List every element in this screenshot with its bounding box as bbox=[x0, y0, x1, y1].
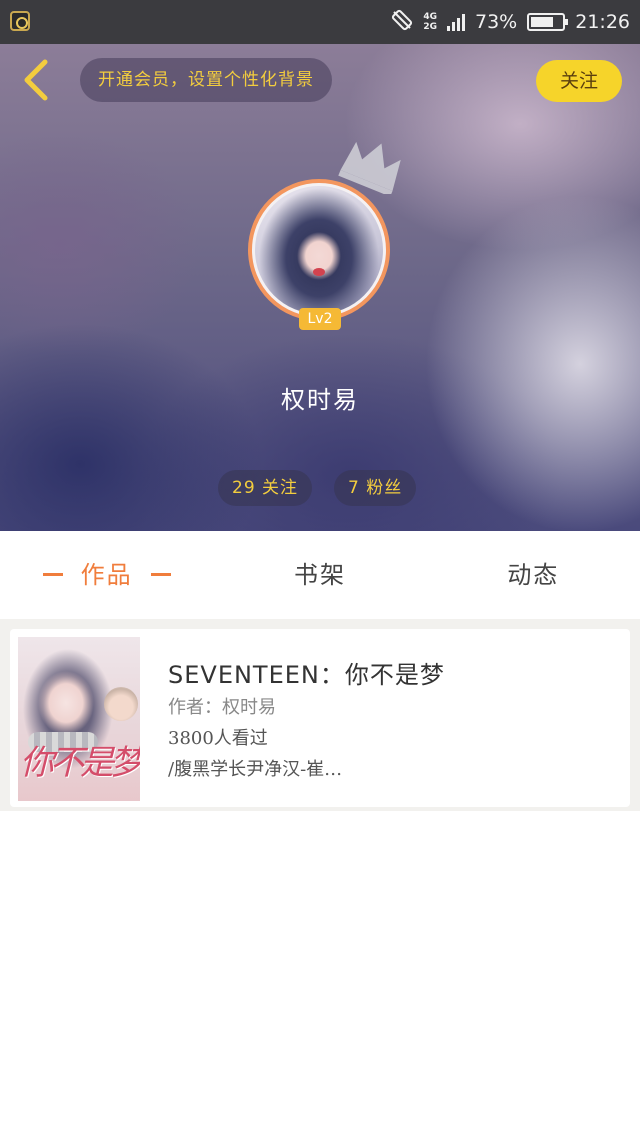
following-count[interactable]: 29 关注 bbox=[218, 470, 313, 506]
profile-tabs: 作品 书架 动态 bbox=[0, 531, 640, 619]
book-title: SEVENTEEN：你不是梦 bbox=[168, 661, 445, 689]
book-description: /腹黑学长尹净汉-崔… bbox=[168, 759, 343, 780]
avatar[interactable] bbox=[248, 179, 390, 321]
tab-works[interactable]: 作品 bbox=[0, 531, 213, 619]
battery-percent: 73% bbox=[475, 11, 518, 33]
network-type-top: 4G bbox=[423, 12, 437, 22]
status-icons: 4G 2G 73% 21:26 bbox=[391, 0, 630, 44]
app-notification-icon bbox=[10, 11, 30, 31]
crown-icon bbox=[338, 141, 401, 194]
profile-header: 开通会员，设置个性化背景 关注 Lv2 权时易 29 关注 7 粉丝 bbox=[0, 44, 640, 531]
works-list: 你不是梦 SEVENTEEN：你不是梦 作者：权时易 3800人看过 /腹黑学长… bbox=[0, 619, 640, 1138]
rotation-lock-icon bbox=[391, 9, 413, 36]
follow-button[interactable]: 关注 bbox=[536, 60, 622, 102]
vip-background-banner[interactable]: 开通会员，设置个性化背景 bbox=[80, 58, 332, 102]
fans-count[interactable]: 7 粉丝 bbox=[334, 470, 417, 506]
book-cover: 你不是梦 bbox=[18, 637, 140, 801]
chevron-left-icon bbox=[24, 59, 48, 101]
avatar-image bbox=[255, 186, 383, 314]
battery-fill bbox=[531, 17, 554, 27]
network-type-bottom: 2G bbox=[423, 22, 437, 32]
status-bar: 4G 2G 73% 21:26 bbox=[0, 0, 640, 44]
signal-icon bbox=[447, 13, 465, 31]
level-badge: Lv2 bbox=[299, 308, 341, 330]
list-item[interactable]: 你不是梦 SEVENTEEN：你不是梦 作者：权时易 3800人看过 /腹黑学长… bbox=[10, 629, 630, 807]
clock: 21:26 bbox=[575, 11, 630, 33]
username: 权时易 bbox=[281, 386, 359, 414]
book-author: 作者：权时易 bbox=[168, 697, 276, 718]
back-button[interactable] bbox=[14, 58, 58, 102]
book-views: 3800人看过 bbox=[168, 728, 268, 749]
tab-bookshelf[interactable]: 书架 bbox=[213, 531, 426, 619]
network-type: 4G 2G bbox=[423, 12, 437, 32]
tab-activity[interactable]: 动态 bbox=[427, 531, 640, 619]
book-cover-title: 你不是梦 bbox=[20, 743, 140, 783]
battery-icon bbox=[527, 13, 569, 31]
